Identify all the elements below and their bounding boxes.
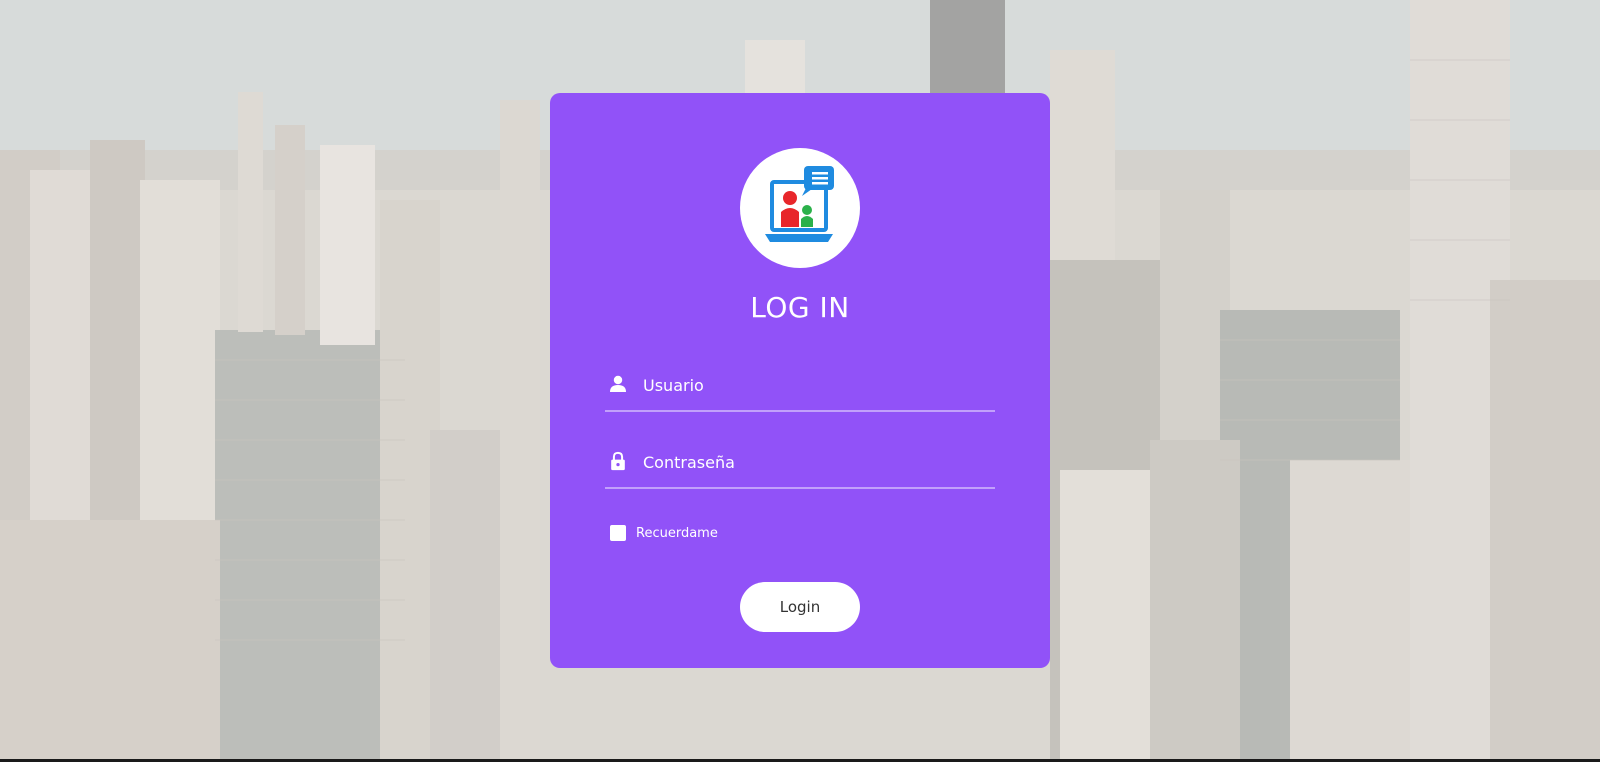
remember-label[interactable]: Recuerdame bbox=[636, 526, 718, 541]
password-field bbox=[605, 443, 995, 489]
login-button[interactable]: Login bbox=[740, 582, 860, 632]
username-input[interactable] bbox=[643, 370, 983, 400]
username-field bbox=[605, 366, 995, 412]
remember-checkbox[interactable] bbox=[610, 525, 626, 541]
login-card: LOG IN Recuerdame Login bbox=[550, 93, 1050, 668]
video-chat-logo-icon bbox=[740, 148, 860, 268]
password-input[interactable] bbox=[643, 447, 983, 477]
user-icon bbox=[610, 375, 626, 392]
remember-me: Recuerdame bbox=[610, 523, 718, 543]
lock-icon bbox=[611, 451, 625, 471]
login-page: LOG IN Recuerdame Login bbox=[0, 0, 1600, 762]
login-title: LOG IN bbox=[750, 291, 850, 324]
